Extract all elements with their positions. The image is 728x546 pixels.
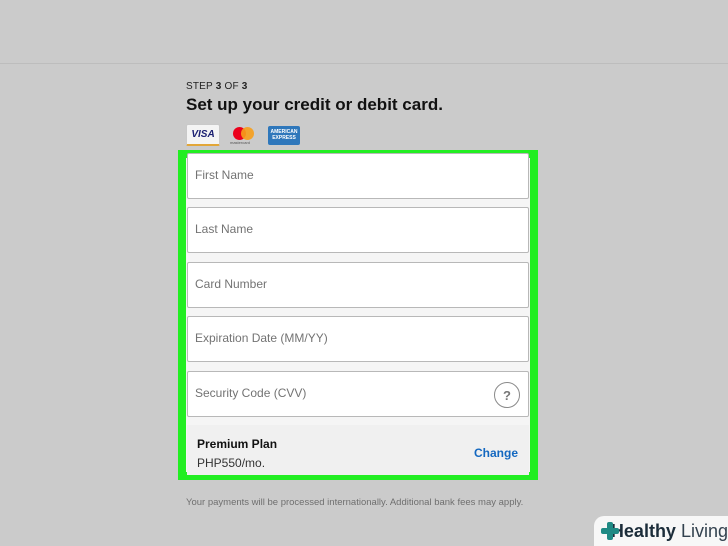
mastercard-logo-icon: mastercard: [228, 126, 260, 145]
change-plan-link[interactable]: Change: [474, 446, 518, 460]
amex-logo-icon: AMERICAN EXPRESS: [268, 125, 300, 145]
plan-price: PHP550/mo.: [197, 456, 266, 470]
visa-logo-icon: VISA: [186, 124, 220, 146]
watermark-text: Healthy Living: [610, 520, 728, 541]
card-number-placeholder: Card Number: [195, 277, 268, 291]
page-title: Set up your credit or debit card.: [186, 95, 443, 114]
last-name-placeholder: Last Name: [195, 222, 254, 236]
last-name-field[interactable]: Last Name: [187, 207, 529, 253]
watermark: Healthy Living: [594, 516, 728, 546]
security-code-field[interactable]: Security Code (CVV) ?: [187, 371, 529, 417]
payment-note: Your payments will be processed internat…: [186, 497, 524, 508]
medical-cross-icon: [600, 521, 619, 541]
security-code-placeholder: Security Code (CVV): [195, 386, 307, 400]
plan-name: Premium Plan: [197, 437, 278, 451]
first-name-field[interactable]: First Name: [187, 153, 529, 199]
expiration-date-placeholder: Expiration Date (MM/YY): [195, 331, 328, 345]
top-divider: [0, 63, 728, 64]
expiration-date-field[interactable]: Expiration Date (MM/YY): [187, 316, 529, 362]
first-name-placeholder: First Name: [195, 168, 254, 182]
card-number-field[interactable]: Card Number: [187, 262, 529, 308]
step-indicator: STEP 3 OF 3: [186, 81, 248, 92]
accepted-cards: VISA mastercard AMERICAN EXPRESS: [186, 124, 300, 146]
help-icon[interactable]: ?: [494, 382, 520, 408]
plan-summary: Premium Plan PHP550/mo. Change: [187, 425, 529, 475]
